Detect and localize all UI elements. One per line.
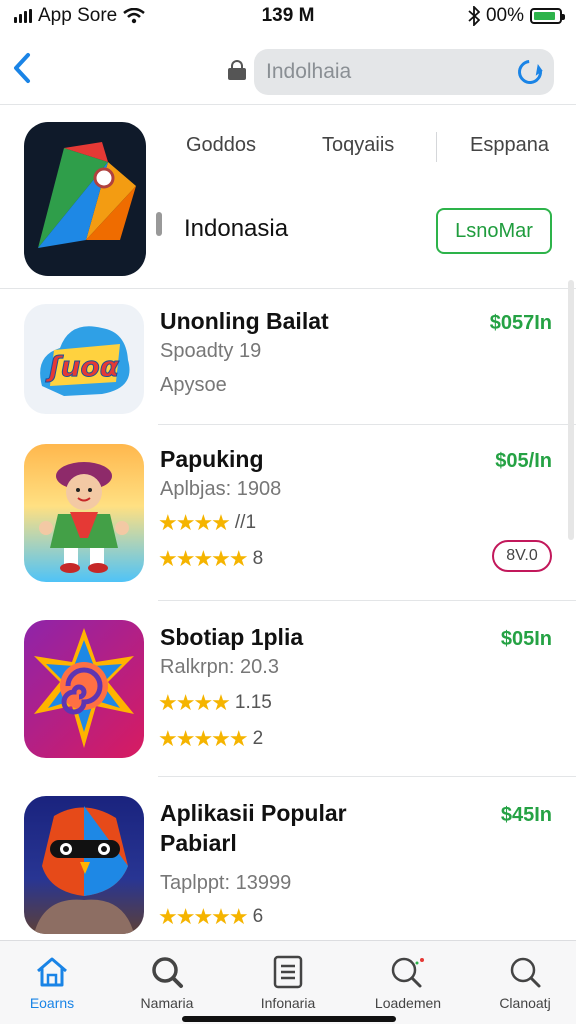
rating-row: ★★★★★ 2 (158, 726, 263, 752)
nav-bar: Indolhaia (0, 44, 576, 100)
featured-action-button[interactable]: LsnoMar (436, 208, 552, 254)
bottom-tab-bar: Eoarns Namaria Infonaria Loademen Clanoa… (0, 940, 576, 1024)
url-text: Indolhaia (266, 60, 352, 83)
app-subtitle: Taplppt: 13999 (160, 872, 292, 894)
rating-count: 6 (252, 906, 264, 927)
search-icon (470, 953, 576, 991)
drag-handle[interactable] (156, 212, 162, 236)
rating-row: ★★★★ //1 (158, 510, 256, 536)
status-bar: App Sore 139 M 00% (0, 0, 576, 32)
app-name-line2: Pabiarl (160, 830, 237, 856)
app-name: Unonling Bailat (160, 308, 329, 334)
tab-namaria[interactable]: Namaria (112, 953, 222, 1011)
document-icon (233, 953, 343, 991)
tab-goddos[interactable]: Goddos (186, 134, 256, 157)
rating-count: 8 (252, 548, 264, 569)
rating-value: //1 (234, 512, 257, 533)
app-price[interactable]: $05In (501, 628, 552, 651)
carrier-label: App Sore (38, 5, 118, 26)
tab-clanoatj[interactable]: Clanoatj (470, 953, 576, 1011)
tab-esppana[interactable]: Esppana (470, 134, 549, 157)
rating-row: ★★★★ 1.15 (158, 690, 272, 716)
tab-toqyaiis[interactable]: Toqyaiis (322, 134, 394, 157)
row-divider (158, 600, 576, 601)
app-subtitle: Spoadty 19 (160, 340, 262, 362)
tab-label: Loademen (374, 995, 442, 1011)
bluetooth-icon (468, 6, 480, 26)
row-divider (158, 424, 576, 425)
app-subtitle: Ralkrpn: 20.3 (160, 656, 279, 678)
app-icon: ʃuoα (24, 304, 144, 414)
tab-loademen[interactable]: Loademen (353, 953, 463, 1011)
app-price[interactable]: $05/In (495, 450, 552, 473)
nav-divider (0, 104, 576, 105)
row-divider (158, 776, 576, 777)
search-icon (353, 953, 463, 991)
signal-icon (14, 9, 32, 23)
status-right: 00% (468, 5, 565, 27)
home-icon (0, 953, 107, 991)
status-left: App Sore (14, 5, 146, 27)
star-icons: ★★★★ (158, 510, 231, 535)
star-icons: ★★★★★ (158, 904, 249, 929)
tab-label: Clanoatj (499, 995, 551, 1011)
battery-percent: 00% (485, 5, 524, 26)
search-icon (112, 953, 222, 991)
scroll-indicator[interactable] (568, 280, 574, 540)
category-tabs: Goddos Toqyaiis Esppana (150, 128, 576, 164)
tab-label: Infonaria (260, 995, 316, 1011)
rating-row: ★★★★★ 8 (158, 546, 263, 572)
wifi-icon (123, 8, 146, 24)
svg-text:ʃuoα: ʃuoα (45, 350, 120, 383)
app-icon (24, 620, 144, 758)
featured-title: Indonasia (184, 215, 289, 242)
home-indicator[interactable] (182, 1016, 396, 1022)
url-field[interactable]: Indolhaia (254, 49, 554, 95)
app-icon (24, 444, 144, 582)
app-name: Papuking (160, 446, 264, 472)
featured-app-icon[interactable] (24, 122, 146, 276)
star-icons: ★★★★ (158, 690, 231, 715)
tab-infonaria[interactable]: Infonaria (233, 953, 343, 1011)
tab-label: Namaria (140, 995, 194, 1011)
version-badge[interactable]: 8V.0 (492, 540, 552, 572)
reload-icon[interactable] (513, 55, 547, 89)
rating-value: 1.15 (234, 692, 272, 713)
tab-label: Eoarns (29, 995, 75, 1011)
tab-separator (436, 132, 437, 162)
star-icons: ★★★★★ (158, 546, 249, 571)
app-name: Sbotiap 1plia (160, 624, 304, 650)
back-button[interactable] (12, 52, 32, 93)
tab-eoarns[interactable]: Eoarns (0, 953, 107, 1011)
app-subtitle: Aplbjas: 1908 (160, 478, 282, 500)
rating-row: ★★★★★ 6 (158, 904, 263, 930)
app-name: Aplikasii Popular (160, 800, 347, 826)
chevron-left-icon (14, 53, 30, 83)
featured-divider (0, 288, 576, 289)
app-price[interactable]: $057In (490, 312, 552, 335)
star-icons: ★★★★★ (158, 726, 249, 751)
rating-count: 2 (252, 728, 264, 749)
battery-icon (530, 8, 565, 24)
lock-icon (228, 60, 246, 80)
app-price[interactable]: $45In (501, 804, 552, 827)
app-icon (24, 796, 144, 934)
app-category: Apysoe (160, 374, 227, 396)
